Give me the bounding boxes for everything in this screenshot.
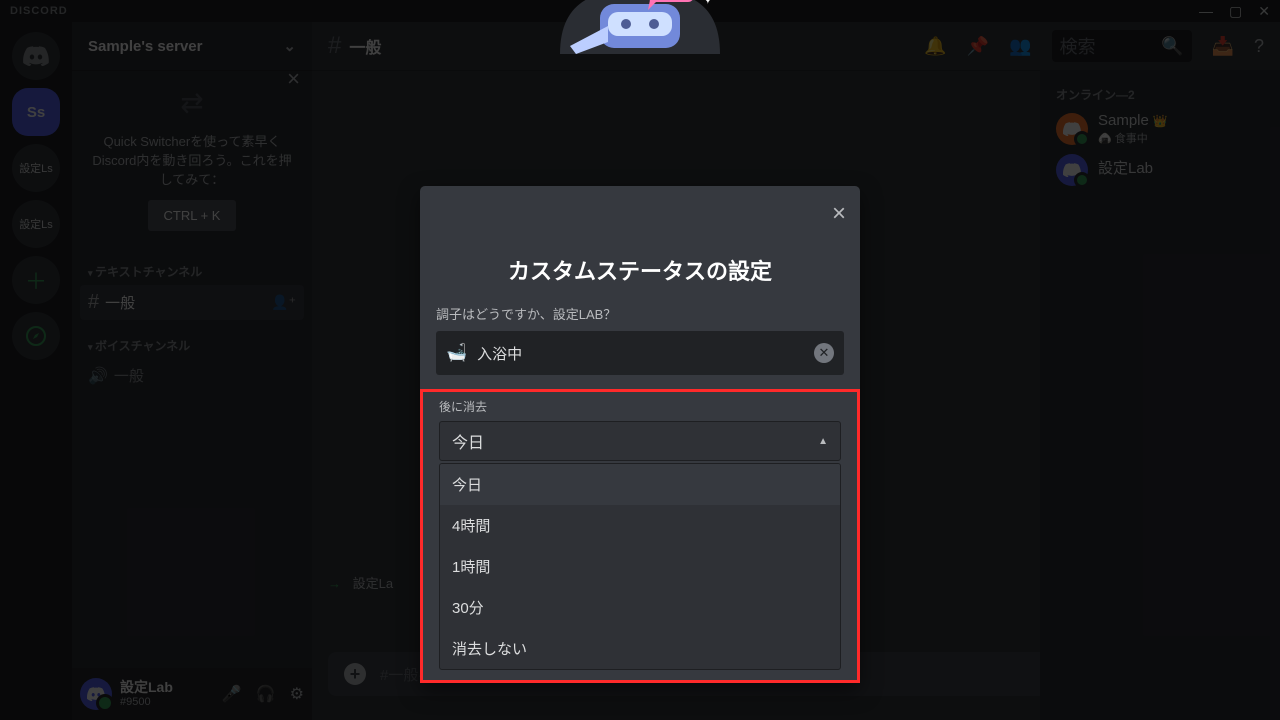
highlight-annotation: 後に消去 今日 ▲ 今日 4時間 1時間 30分 消去しない [420, 389, 860, 683]
clear-after-label: 後に消去 [423, 392, 857, 421]
emoji-picker-button[interactable]: 🛁 [446, 343, 467, 363]
status-text-input[interactable]: 🛁 入浴中 ✕ [436, 331, 844, 375]
select-option[interactable]: 30分 [440, 587, 840, 628]
select-option[interactable]: 4時間 [440, 505, 840, 546]
chevron-up-icon: ▲ [818, 436, 828, 447]
select-option[interactable]: 消去しない [440, 628, 840, 669]
status-value: 入浴中 [477, 343, 804, 364]
clear-status-button[interactable]: ✕ [814, 343, 834, 363]
select-options: 今日 4時間 1時間 30分 消去しない [439, 463, 841, 670]
select-option[interactable]: 今日 [440, 464, 840, 505]
close-modal-button[interactable]: × [832, 200, 846, 228]
custom-status-modal: × カスタムステータスの設定 調子はどうですか、設定LAB？ 🛁 入浴中 ✕ 後… [420, 186, 860, 683]
select-value: 今日 [452, 429, 484, 453]
modal-prompt: 調子はどうですか、設定LAB？ [420, 286, 860, 331]
modal-title: カスタムステータスの設定 [420, 186, 860, 286]
clear-after-select[interactable]: 今日 ▲ [439, 421, 841, 461]
select-option[interactable]: 1時間 [440, 546, 840, 587]
